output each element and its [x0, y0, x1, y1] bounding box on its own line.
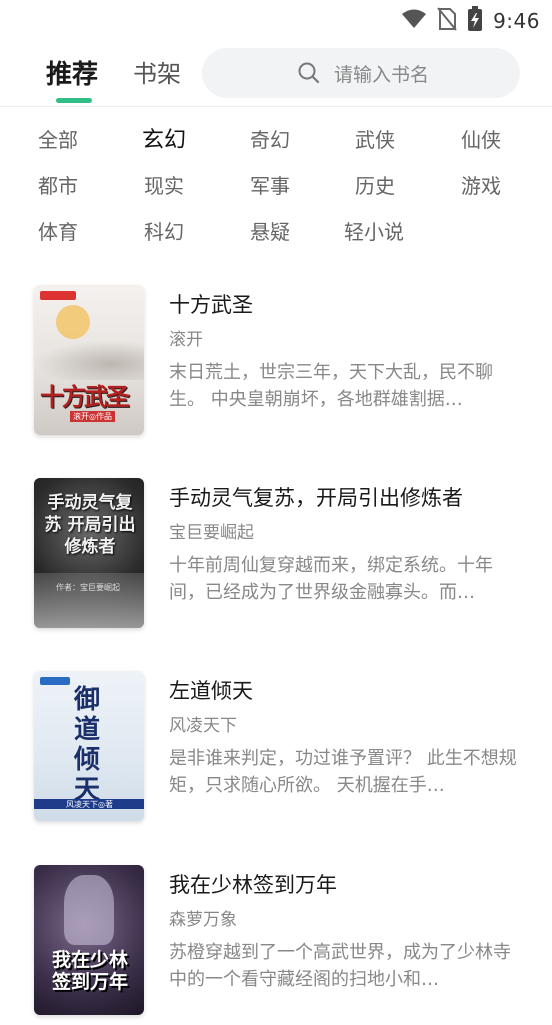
book-description: 苏橙穿越到了一个高武世界，成为了少林寺中的一个看守藏经阁的扫地小和…	[169, 942, 511, 990]
active-tab-indicator	[56, 98, 92, 103]
book-item[interactable]: 御道倾天 风凌天下◎著 左道倾天 风凌天下 是非谁来判定，功过谁予置评？ 此生不…	[0, 671, 552, 831]
category-junshi[interactable]: 军事	[250, 170, 290, 199]
book-item[interactable]: 十方武圣 滚开◎作品 十方武圣 滚开 末日荒土，世宗三年，天下大乱，民不聊生。 …	[0, 285, 552, 445]
book-description: 十年前周仙复穿越而来，绑定系统。十年间，已经成为了世界级金融寡头。而…	[169, 555, 493, 603]
book-cover[interactable]: 手动灵气复苏 开局引出修炼者 作者：宝巨要崛起	[34, 478, 144, 628]
cover-title: 手动灵气复苏 开局引出修炼者	[44, 493, 136, 557]
category-light-novel[interactable]: 轻小说	[344, 216, 404, 245]
search-input[interactable]: 请输入书名	[202, 48, 520, 98]
cover-clouds	[34, 340, 144, 380]
category-xianxia[interactable]: 仙侠	[461, 124, 501, 153]
book-title[interactable]: 十方武圣	[169, 289, 253, 319]
tab-recommend[interactable]: 推荐	[46, 54, 98, 91]
category-lishi[interactable]: 历史	[355, 170, 395, 199]
no-sim-icon	[437, 7, 457, 35]
cover-title: 御道倾天	[73, 685, 100, 805]
tab-bookshelf[interactable]: 书架	[133, 54, 181, 89]
book-item[interactable]: 我在少林 签到万年 我在少林签到万年 森萝万象 苏橙穿越到了一个高武世界，成为了…	[0, 865, 552, 1025]
category-grid: 全部 玄幻 奇幻 武侠 仙侠 都市 现实 军事 历史 游戏 体育 科幻 悬疑 轻…	[0, 118, 552, 256]
wifi-icon	[401, 9, 427, 33]
category-row: 都市 现实 军事 历史 游戏	[0, 164, 552, 210]
book-author: 森萝万象	[169, 910, 237, 930]
book-author: 宝巨要崛起	[169, 523, 254, 543]
category-dushi[interactable]: 都市	[38, 170, 78, 199]
book-title[interactable]: 手动灵气复苏，开局引出修炼者	[169, 482, 463, 512]
book-title[interactable]: 左道倾天	[169, 675, 253, 705]
cover-sun	[56, 305, 90, 339]
cover-title: 十方武圣	[40, 382, 130, 411]
category-tiyu[interactable]: 体育	[38, 216, 78, 245]
book-description: 是非谁来判定，功过谁予置评？ 此生不想规矩，只求随心所欲。 天机握在手…	[169, 748, 517, 796]
category-wuxia[interactable]: 武侠	[355, 124, 395, 153]
book-cover[interactable]: 御道倾天 风凌天下◎著	[34, 671, 144, 821]
search-icon	[298, 62, 320, 88]
book-item[interactable]: 手动灵气复苏 开局引出修炼者 作者：宝巨要崛起 手动灵气复苏，开局引出修炼者 宝…	[0, 478, 552, 638]
top-header: 推荐 书架 请输入书名	[0, 40, 552, 107]
book-author: 滚开	[169, 330, 203, 350]
book-cover[interactable]: 我在少林 签到万年	[34, 865, 144, 1015]
book-title[interactable]: 我在少林签到万年	[169, 869, 337, 899]
cover-figure	[64, 875, 114, 945]
publisher-logo	[40, 677, 70, 685]
status-time: 9:46	[493, 9, 540, 33]
cover-subtitle: 风凌天下◎著	[66, 800, 113, 809]
category-kehuan[interactable]: 科幻	[144, 216, 184, 245]
book-author: 风凌天下	[169, 716, 237, 736]
category-row: 体育 科幻 悬疑 轻小说	[0, 210, 552, 256]
battery-charging-icon	[467, 6, 483, 36]
category-xuanhuan[interactable]: 玄幻	[142, 122, 186, 154]
book-description: 末日荒土，世宗三年，天下大乱，民不聊生。 中央皇朝崩坏，各地群雄割据…	[169, 362, 493, 410]
category-xianshi[interactable]: 现实	[144, 170, 184, 199]
cover-subtitle: 滚开◎作品	[70, 411, 115, 422]
cover-title: 我在少林 签到万年	[51, 949, 128, 993]
status-icons: 9:46	[401, 6, 540, 36]
search-placeholder: 请输入书名	[334, 64, 430, 86]
category-all[interactable]: 全部	[38, 124, 78, 153]
publisher-logo	[40, 291, 76, 300]
status-bar: 9:46	[0, 0, 552, 40]
category-row: 全部 玄幻 奇幻 武侠 仙侠	[0, 118, 552, 164]
book-cover[interactable]: 十方武圣 滚开◎作品	[34, 285, 144, 435]
category-youxi[interactable]: 游戏	[461, 170, 501, 199]
category-xuanyi[interactable]: 悬疑	[250, 216, 290, 245]
cover-subtitle: 作者：宝巨要崛起	[56, 583, 120, 592]
category-qihuan[interactable]: 奇幻	[250, 124, 290, 153]
